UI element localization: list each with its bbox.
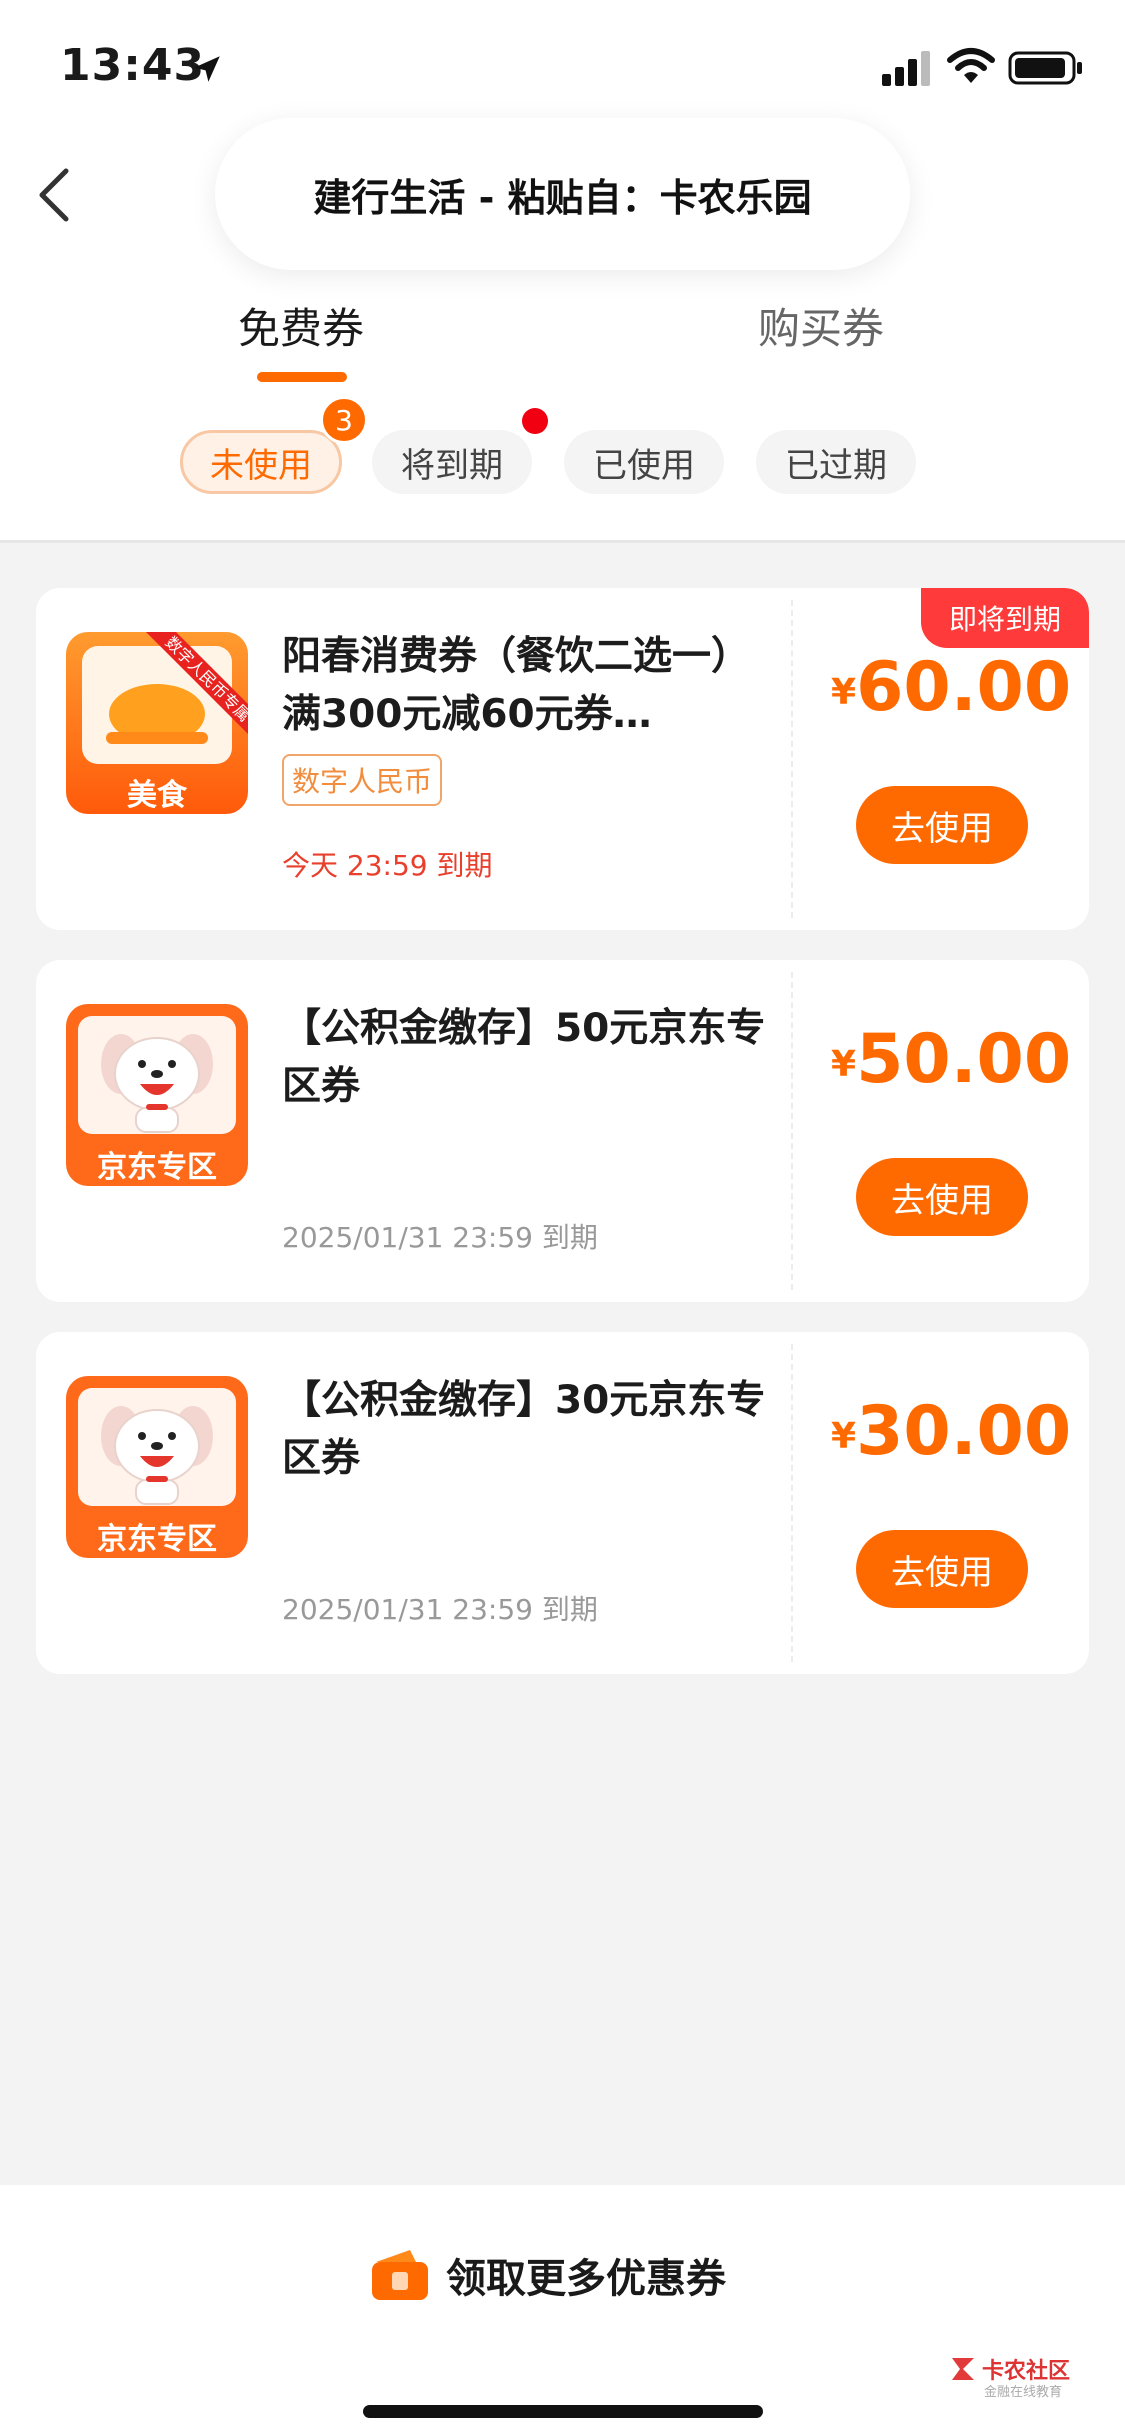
coupon-title: 阳春消费券（餐饮二选一）满300元减60元券… bbox=[282, 634, 751, 737]
get-more-coupons-label: 领取更多优惠券 bbox=[446, 2256, 726, 2302]
amount-value: 50.00 bbox=[856, 1020, 1072, 1099]
page-title: 建行生活 - 粘贴自：卡农乐园 bbox=[215, 118, 910, 270]
status-time: 13:43 bbox=[60, 40, 206, 91]
coupon-tag: 数字人民币 bbox=[282, 754, 443, 806]
home-indicator bbox=[363, 2405, 763, 2418]
thumbnail-label: 美食 bbox=[127, 778, 187, 813]
filter-expiring[interactable]: 将到期 bbox=[372, 430, 532, 494]
coupon-title: 【公积金缴存】30元京东专区券 bbox=[282, 1378, 766, 1481]
coupon-expiry: 2025/01/31 23:59 到期 bbox=[282, 1593, 598, 1626]
coupon-card: 京东专区 【公积金缴存】30元京东专区券 2025/01/31 23:59 到期… bbox=[36, 1332, 1089, 1674]
coupon-expiry: 今天 23:59 到期 bbox=[282, 849, 493, 882]
tab-buy-coupons[interactable]: 购买券 bbox=[758, 295, 884, 356]
bottom-bar: 领取更多优惠券 卡农社区 金融在线教育 bbox=[0, 2185, 1125, 2436]
use-coupon-button[interactable]: 去使用 bbox=[856, 786, 1028, 864]
coupon-amount: ¥50.00 bbox=[831, 1020, 1071, 1099]
wifi-icon bbox=[947, 48, 995, 83]
location-arrow-icon bbox=[194, 56, 220, 82]
thumbnail-label: 京东专区 bbox=[97, 1150, 217, 1185]
unused-count-badge: 3 bbox=[320, 396, 368, 444]
coupon-ticket-icon bbox=[372, 2250, 428, 2300]
coupon-thumbnail: 京东专区 bbox=[66, 1004, 248, 1186]
cellular-signal-icon bbox=[882, 51, 930, 86]
filter-expired[interactable]: 已过期 bbox=[756, 430, 916, 494]
use-coupon-button[interactable]: 去使用 bbox=[856, 1530, 1028, 1608]
currency-symbol: ¥ bbox=[831, 1044, 857, 1085]
page-title-text: 建行生活 - 粘贴自：卡农乐园 bbox=[313, 175, 812, 220]
watermark-logo-icon bbox=[952, 2358, 974, 2380]
get-more-coupons-button[interactable]: 领取更多优惠券 bbox=[370, 2235, 726, 2315]
coupon-expiry: 2025/01/31 23:59 到期 bbox=[282, 1221, 598, 1254]
coupon-card: 美食 数字人民币专属 阳春消费券（餐饮二选一）满300元减60元券… 数字人民币… bbox=[36, 588, 1089, 930]
card-separator bbox=[791, 600, 793, 918]
coupon-thumbnail: 京东专区 bbox=[66, 1376, 248, 1558]
coupon-thumbnail: 美食 数字人民币专属 bbox=[66, 632, 248, 814]
card-separator bbox=[791, 1344, 793, 1662]
coupon-amount: ¥60.00 bbox=[831, 648, 1071, 727]
currency-symbol: ¥ bbox=[831, 672, 857, 713]
top-area: 13:43 建行生活 - 粘贴自：卡农乐园 免费券 购买券 未使用 3 将到期 bbox=[0, 0, 1125, 540]
card-separator bbox=[791, 972, 793, 1290]
expiring-notice-dot bbox=[522, 408, 548, 434]
filter-used[interactable]: 已使用 bbox=[564, 430, 724, 494]
watermark: 卡农社区 金融在线教育 bbox=[948, 2353, 1070, 2400]
tab-free-coupons[interactable]: 免费券 bbox=[238, 295, 364, 356]
tab-active-indicator bbox=[257, 372, 347, 382]
back-chevron-icon[interactable] bbox=[30, 165, 80, 225]
coupon-card: 京东专区 【公积金缴存】50元京东专区券 2025/01/31 23:59 到期… bbox=[36, 960, 1089, 1302]
coupon-amount: ¥30.00 bbox=[831, 1392, 1071, 1471]
coupon-title: 【公积金缴存】50元京东专区券 bbox=[282, 1006, 766, 1109]
amount-value: 30.00 bbox=[856, 1392, 1072, 1471]
use-coupon-button[interactable]: 去使用 bbox=[856, 1158, 1028, 1236]
battery-icon bbox=[1008, 51, 1082, 85]
filter-unused[interactable]: 未使用 bbox=[180, 430, 342, 494]
currency-symbol: ¥ bbox=[831, 1416, 857, 1457]
divider bbox=[0, 540, 1125, 543]
thumbnail-label: 京东专区 bbox=[97, 1522, 217, 1557]
amount-value: 60.00 bbox=[856, 648, 1072, 727]
expiring-soon-badge: 即将到期 bbox=[921, 588, 1089, 648]
watermark-sub: 金融在线教育 bbox=[984, 2385, 1063, 2400]
